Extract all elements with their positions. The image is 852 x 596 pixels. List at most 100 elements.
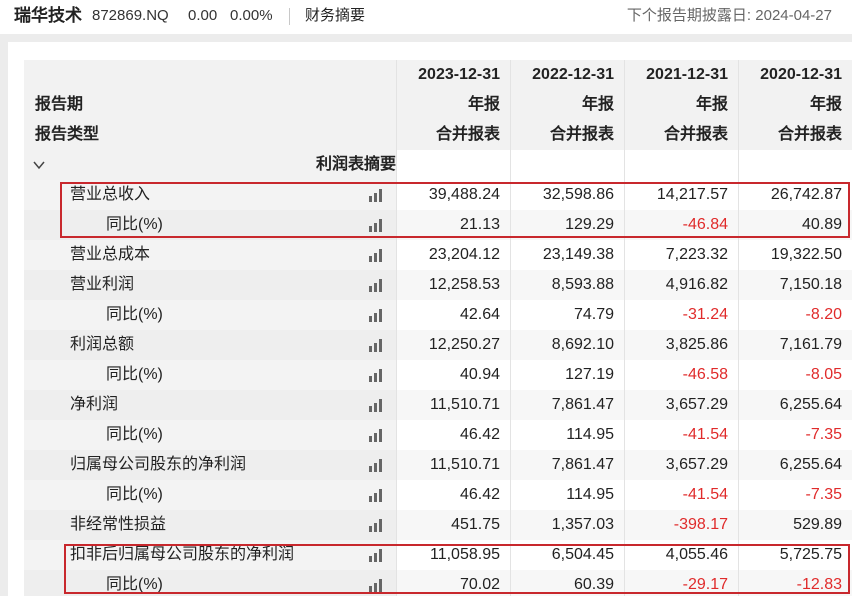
operating-profit-yoy-row: 同比(%) 42.64 74.79 -31.24 -8.20: [24, 300, 852, 330]
empty-cell: [510, 150, 624, 180]
bar-chart-icon[interactable]: [368, 308, 384, 322]
row-label-cell: 同比(%): [24, 420, 396, 450]
value-cell: 1,357.03: [510, 510, 624, 540]
bar-chart-icon[interactable]: [368, 398, 384, 412]
row-label: 营业总成本: [70, 246, 151, 263]
value-cell: 21.13: [396, 210, 510, 240]
value-cell: 5,725.75: [738, 540, 852, 570]
row-label-cell: 非经常性损益: [24, 510, 396, 540]
value-cell: 6,255.64: [738, 450, 852, 480]
value-cell: 7,861.47: [510, 450, 624, 480]
row-label: 同比(%): [106, 216, 163, 233]
value-cell: 12,258.53: [396, 270, 510, 300]
section-header[interactable]: 利润表摘要: [24, 150, 396, 180]
net-profit-excl-non-recurring-row: 扣非后归属母公司股东的净利润 11,058.95 6,504.45 4,055.…: [24, 540, 852, 570]
header-row-dates: 2023-12-31 2022-12-31 2021-12-31 2020-12…: [24, 60, 852, 90]
operating-profit-row: 营业利润 12,258.53 8,593.88 4,916.82 7,150.1…: [24, 270, 852, 300]
row-label: 净利润: [70, 396, 119, 413]
row-label: 同比(%): [106, 576, 163, 593]
value-cell: 23,149.38: [510, 240, 624, 270]
row-label-cell: 营业总成本: [24, 240, 396, 270]
row-label: 同比(%): [106, 306, 163, 323]
chevron-down-icon[interactable]: [32, 158, 46, 172]
header-row-report-type: 报告类型 合并报表 合并报表 合并报表 合并报表: [24, 120, 852, 150]
value-cell: 529.89: [738, 510, 852, 540]
report-period: 年报: [396, 90, 510, 120]
value-cell: 7,861.47: [510, 390, 624, 420]
value-cell: 127.19: [510, 360, 624, 390]
value-cell: 32,598.86: [510, 180, 624, 210]
value-cell: -41.54: [624, 480, 738, 510]
period-date: 2021-12-31: [624, 60, 738, 90]
bar-chart-icon[interactable]: [368, 278, 384, 292]
bar-chart-icon[interactable]: [368, 548, 384, 562]
bar-chart-icon[interactable]: [368, 188, 384, 202]
value-cell: 3,825.86: [624, 330, 738, 360]
bar-chart-icon[interactable]: [368, 368, 384, 382]
financial-summary-table: 2023-12-31 2022-12-31 2021-12-31 2020-12…: [24, 60, 852, 596]
value-cell: -46.58: [624, 360, 738, 390]
bar-chart-icon[interactable]: [368, 578, 384, 592]
total-revenue-yoy-row: 同比(%) 21.13 129.29 -46.84 40.89: [24, 210, 852, 240]
value-cell: -41.54: [624, 420, 738, 450]
bar-chart-icon[interactable]: [368, 248, 384, 262]
bar-chart-icon[interactable]: [368, 428, 384, 442]
value-cell: 114.95: [510, 480, 624, 510]
bar-chart-icon[interactable]: [368, 338, 384, 352]
header-corner: [24, 60, 396, 90]
row-label: 同比(%): [106, 366, 163, 383]
value-cell: 74.79: [510, 300, 624, 330]
stock-price: 0.00: [188, 7, 218, 24]
bar-chart-icon[interactable]: [368, 218, 384, 232]
row-label-cell: 营业总收入: [24, 180, 396, 210]
row-label-cell: 营业利润: [24, 270, 396, 300]
value-cell: 46.42: [396, 420, 510, 450]
net-profit-row: 净利润 11,510.71 7,861.47 3,657.29 6,255.64: [24, 390, 852, 420]
value-cell: 70.02: [396, 570, 510, 596]
bar-chart-icon[interactable]: [368, 458, 384, 472]
bar-chart-icon[interactable]: [368, 518, 384, 532]
value-cell: 12,250.27: [396, 330, 510, 360]
value-cell: 40.89: [738, 210, 852, 240]
value-cell: 114.95: [510, 420, 624, 450]
tab-financial-summary[interactable]: 财务摘要: [305, 0, 365, 32]
stock-code: 872869.NQ: [92, 7, 169, 24]
row-label: 利润总额: [70, 336, 135, 353]
period-date: 2020-12-31: [738, 60, 852, 90]
value-cell: 23,204.12: [396, 240, 510, 270]
section-income-statement[interactable]: 利润表摘要: [24, 150, 852, 180]
value-cell: 42.64: [396, 300, 510, 330]
row-label-cell: 同比(%): [24, 210, 396, 240]
net-profit-attributable-row: 归属母公司股东的净利润 11,510.71 7,861.47 3,657.29 …: [24, 450, 852, 480]
row-label: 归属母公司股东的净利润: [70, 456, 247, 473]
value-cell: 4,916.82: [624, 270, 738, 300]
report-type: 合并报表: [510, 120, 624, 150]
value-cell: 6,255.64: [738, 390, 852, 420]
value-cell: 8,692.10: [510, 330, 624, 360]
total-cost-row: 营业总成本 23,204.12 23,149.38 7,223.32 19,32…: [24, 240, 852, 270]
row-label-cell: 同比(%): [24, 480, 396, 510]
empty-cell: [396, 150, 510, 180]
period-date: 2022-12-31: [510, 60, 624, 90]
empty-cell: [738, 150, 852, 180]
value-cell: -7.35: [738, 480, 852, 510]
value-cell: 451.75: [396, 510, 510, 540]
bar-chart-icon[interactable]: [368, 488, 384, 502]
row-label: 非经常性损益: [70, 516, 167, 533]
report-period: 年报: [624, 90, 738, 120]
header-row-report-period: 报告期 年报 年报 年报 年报: [24, 90, 852, 120]
value-cell: 4,055.46: [624, 540, 738, 570]
report-period-label: 报告期: [24, 90, 396, 120]
total-profit-row: 利润总额 12,250.27 8,692.10 3,825.86 7,161.7…: [24, 330, 852, 360]
value-cell: 3,657.29: [624, 450, 738, 480]
value-cell: -12.83: [738, 570, 852, 596]
value-cell: 7,161.79: [738, 330, 852, 360]
value-cell: 6,504.45: [510, 540, 624, 570]
row-label: 同比(%): [106, 486, 163, 503]
row-label: 营业利润: [70, 276, 135, 293]
company-name: 瑞华技术: [14, 6, 82, 25]
row-label-cell: 同比(%): [24, 300, 396, 330]
row-label-cell: 扣非后归属母公司股东的净利润: [24, 540, 396, 570]
report-type: 合并报表: [396, 120, 510, 150]
section-label: 利润表摘要: [315, 156, 396, 173]
